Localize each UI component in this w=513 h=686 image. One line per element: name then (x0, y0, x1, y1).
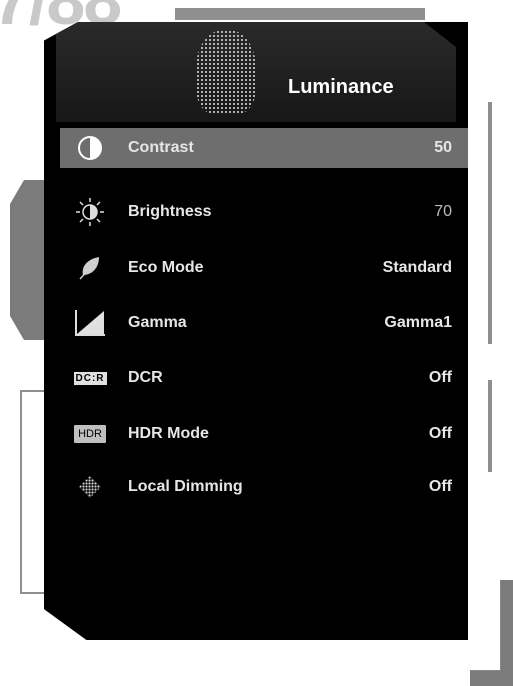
menu-item-hdr-mode[interactable]: HDR HDR Mode Off (60, 414, 468, 454)
menu-item-label: Brightness (128, 203, 212, 220)
menu-item-value: 50 (434, 139, 452, 156)
frame-top-bar (175, 8, 425, 20)
hdr-icon: HDR (70, 418, 110, 450)
menu-item-value: Off (428, 425, 452, 442)
dcr-icon-text: DC:R (73, 371, 107, 385)
menu-item-label: Local Dimming (128, 478, 243, 495)
menu-item-value: 70 (434, 203, 452, 220)
menu-item-value: Off (428, 478, 452, 495)
menu-item-label: HDR Mode (128, 425, 209, 442)
dcr-icon: DC:R (70, 362, 110, 394)
osd-panel: Luminance Contrast 50 Brightness 70 Eco … (44, 22, 468, 640)
local-dimming-icon (70, 471, 110, 503)
frame-right-bar (488, 102, 492, 344)
menu-item-contrast[interactable]: Contrast 50 (60, 128, 468, 168)
menu-item-label: Gamma (128, 314, 187, 331)
contrast-icon (70, 132, 110, 164)
hdr-icon-text: HDR (74, 425, 106, 443)
menu-item-brightness[interactable]: Brightness 70 (60, 192, 468, 232)
menu-item-label: Eco Mode (128, 259, 204, 276)
menu-item-local-dimming[interactable]: Local Dimming Off (60, 467, 468, 507)
frame-bottom-right (470, 580, 513, 686)
menu-item-value: Gamma1 (384, 314, 452, 331)
sun-icon (70, 196, 110, 228)
frame-right-bar-lower (488, 380, 492, 472)
menu-item-dcr[interactable]: DC:R DCR Off (60, 358, 468, 398)
gamma-curve-icon (70, 307, 110, 339)
osd-header: Luminance (56, 22, 456, 122)
bulb-dots-icon (196, 30, 256, 114)
menu-item-label: DCR (128, 369, 163, 386)
menu-item-gamma[interactable]: Gamma Gamma1 (60, 303, 468, 343)
menu-item-eco-mode[interactable]: Eco Mode Standard (60, 248, 468, 288)
leaf-icon (70, 252, 110, 284)
menu-item-value: Off (428, 369, 452, 386)
menu-item-value: Standard (382, 259, 452, 276)
page-title: Luminance (288, 76, 394, 98)
menu-item-label: Contrast (128, 139, 194, 156)
